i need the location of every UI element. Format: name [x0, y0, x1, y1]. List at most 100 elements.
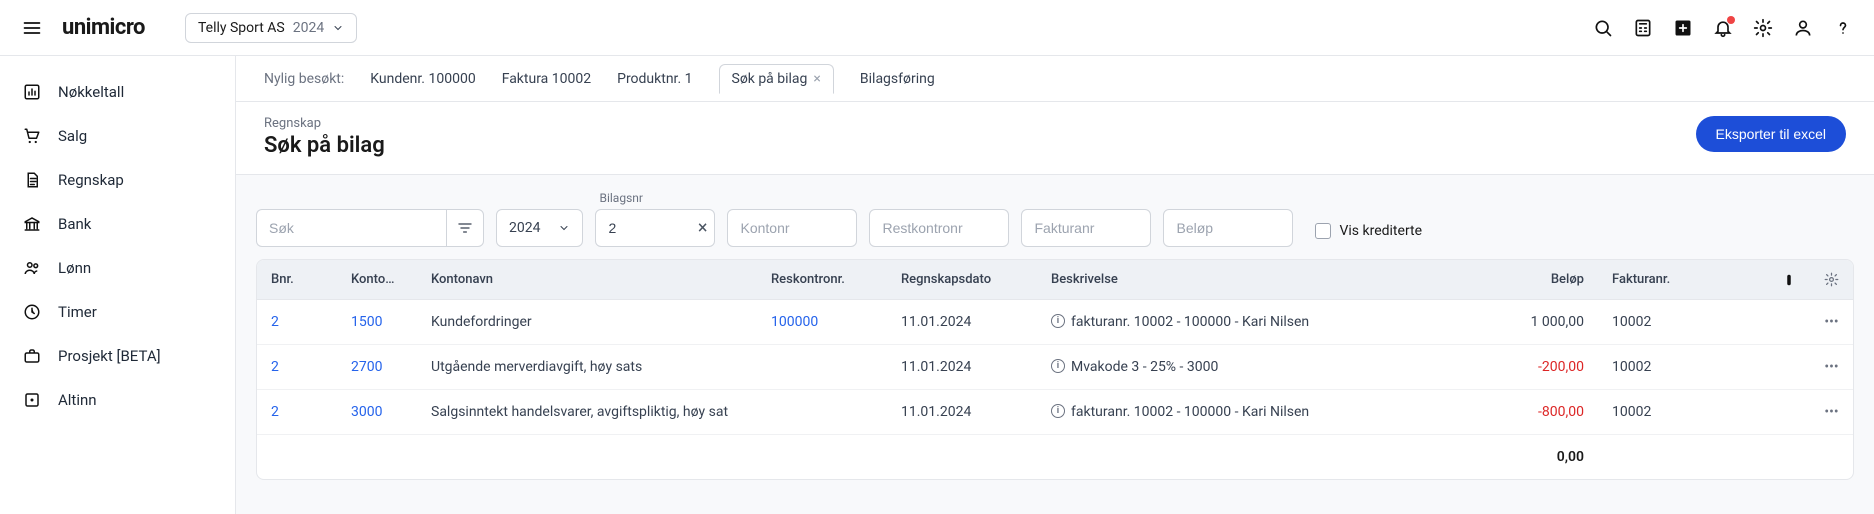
belop-cell: 1 000,00: [1468, 300, 1598, 345]
col-reskontronr[interactable]: Reskontronr.: [757, 260, 887, 300]
tab-kundenr[interactable]: Kundenr. 100000: [370, 65, 475, 93]
reskontronr-link[interactable]: 100000: [771, 314, 818, 330]
info-icon: [1051, 314, 1065, 328]
sidebar-item-altinn[interactable]: Altinn: [0, 378, 235, 422]
col-settings[interactable]: [1810, 260, 1853, 300]
sidebar-item-timer[interactable]: Timer: [0, 290, 235, 334]
sidebar-item-lonn[interactable]: Lønn: [0, 246, 235, 290]
gear-icon: [1753, 18, 1773, 38]
sidebar-item-salg[interactable]: Salg: [0, 114, 235, 158]
recent-tabs-row: Nylig besøkt: Kundenr. 100000 Faktura 10…: [236, 56, 1874, 102]
tab-sok-pa-bilag[interactable]: Søk på bilag ×: [719, 64, 834, 94]
gear-icon: [1824, 272, 1839, 287]
bnr-link[interactable]: 2: [271, 404, 279, 420]
cart-icon: [22, 126, 42, 146]
year-value: 2024: [509, 220, 540, 236]
help-button[interactable]: [1832, 17, 1854, 39]
vis-krediterte-label: Vis krediterte: [1339, 223, 1422, 239]
tab-close-button[interactable]: ×: [813, 71, 820, 87]
sidebar-item-label: Bank: [58, 215, 91, 233]
belop-cell: -200,00: [1468, 345, 1598, 390]
table-row: 23000Salgsinntekt handelsvarer, avgiftsp…: [257, 390, 1853, 435]
fakturanr-cell: 10002: [1598, 345, 1768, 390]
notifications-button[interactable]: [1712, 17, 1734, 39]
breadcrumb: Regnskap: [264, 116, 385, 131]
bilagsnr-clear-button[interactable]: ×: [698, 218, 708, 239]
konto-link[interactable]: 2700: [351, 359, 382, 375]
belop-input[interactable]: [1163, 209, 1293, 247]
plus-square-icon: [1673, 18, 1693, 38]
tab-faktura[interactable]: Faktura 10002: [502, 65, 591, 93]
col-attachment[interactable]: [1768, 260, 1810, 300]
sidebar-item-bank[interactable]: Bank: [0, 202, 235, 246]
bank-icon: [22, 214, 42, 234]
kontonavn-cell: Utgående merverdiavgift, høy sats: [417, 345, 757, 390]
regnskapsdato-cell: 11.01.2024: [887, 300, 1037, 345]
row-actions-button[interactable]: •••: [1824, 314, 1838, 330]
kontonavn-cell: Kundefordringer: [417, 300, 757, 345]
col-belop[interactable]: Beløp: [1468, 260, 1598, 300]
sidebar-item-label: Altinn: [58, 391, 97, 409]
company-year: 2024: [293, 20, 324, 36]
sidebar: Nøkkeltall Salg Regnskap Bank Lønn Timer…: [0, 56, 236, 514]
topbar-icons: [1592, 17, 1854, 39]
vis-krediterte-checkbox[interactable]: [1315, 223, 1331, 239]
row-actions-button[interactable]: •••: [1824, 359, 1838, 375]
col-beskrivelse[interactable]: Beskrivelse: [1037, 260, 1468, 300]
clock-icon: [22, 302, 42, 322]
sidebar-item-label: Lønn: [58, 259, 91, 277]
question-icon: [1833, 18, 1853, 38]
info-icon: [1051, 359, 1065, 373]
people-icon: [22, 258, 42, 278]
chevron-down-icon: [558, 222, 570, 234]
add-button[interactable]: [1672, 17, 1694, 39]
beskrivelse-cell: Mvakode 3 - 25% - 3000: [1037, 345, 1468, 390]
user-icon: [1793, 18, 1813, 38]
col-fakturanr[interactable]: Fakturanr.: [1598, 260, 1768, 300]
notification-dot: [1727, 16, 1735, 24]
menu-button[interactable]: [20, 16, 44, 40]
bnr-link[interactable]: 2: [271, 314, 279, 330]
chevron-down-icon: [332, 22, 344, 34]
tab-produktnr[interactable]: Produktnr. 1: [617, 65, 692, 93]
col-konto[interactable]: Konto…: [337, 260, 417, 300]
altinn-icon: [22, 390, 42, 410]
topbar: unimicro Telly Sport AS 2024: [0, 0, 1874, 56]
content-area: 2024 Bilagsnr ×: [236, 175, 1874, 514]
restkontronr-input[interactable]: [869, 209, 1009, 247]
fakturanr-cell: 10002: [1598, 300, 1768, 345]
konto-link[interactable]: 1500: [351, 314, 382, 330]
year-select[interactable]: 2024: [496, 209, 583, 247]
bilagsnr-label: Bilagsnr: [595, 191, 715, 205]
row-actions-button[interactable]: •••: [1824, 404, 1838, 420]
company-selector[interactable]: Telly Sport AS 2024: [185, 13, 357, 43]
fakturanr-input[interactable]: [1021, 209, 1151, 247]
profile-button[interactable]: [1792, 17, 1814, 39]
col-bnr[interactable]: Bnr.: [257, 260, 337, 300]
konto-link[interactable]: 3000: [351, 404, 382, 420]
attachment-icon: [1782, 273, 1796, 287]
search-icon: [1593, 18, 1613, 38]
table-row: 2 1500 Kundefordringer 100000 11.01.2024fakt…: [257, 300, 1853, 345]
calculator-button[interactable]: [1632, 17, 1654, 39]
col-regnskapsdato[interactable]: Regnskapsdato: [887, 260, 1037, 300]
filter-icon: [457, 220, 473, 236]
col-kontonavn[interactable]: Kontonavn: [417, 260, 757, 300]
sidebar-item-label: Nøkkeltall: [58, 83, 124, 101]
settings-button[interactable]: [1752, 17, 1774, 39]
sidebar-item-regnskap[interactable]: Regnskap: [0, 158, 235, 202]
sidebar-item-nokkeltall[interactable]: Nøkkeltall: [0, 70, 235, 114]
hamburger-icon: [22, 18, 42, 38]
filters-row: 2024 Bilagsnr ×: [256, 191, 1854, 247]
search-button[interactable]: [1592, 17, 1614, 39]
export-excel-button[interactable]: Eksporter til excel: [1696, 116, 1846, 152]
sidebar-item-prosjekt[interactable]: Prosjekt [BETA]: [0, 334, 235, 378]
tab-bilagsforing[interactable]: Bilagsføring: [860, 65, 935, 93]
kontonr-input[interactable]: [727, 209, 857, 247]
filter-toggle-button[interactable]: [446, 209, 484, 247]
bnr-link[interactable]: 2: [271, 359, 279, 375]
search-input[interactable]: [256, 209, 446, 247]
beskrivelse-cell: fakturanr. 10002 - 100000 - Kari Nilsen: [1037, 300, 1468, 345]
sidebar-item-label: Prosjekt [BETA]: [58, 347, 161, 365]
sidebar-item-label: Salg: [58, 127, 87, 145]
